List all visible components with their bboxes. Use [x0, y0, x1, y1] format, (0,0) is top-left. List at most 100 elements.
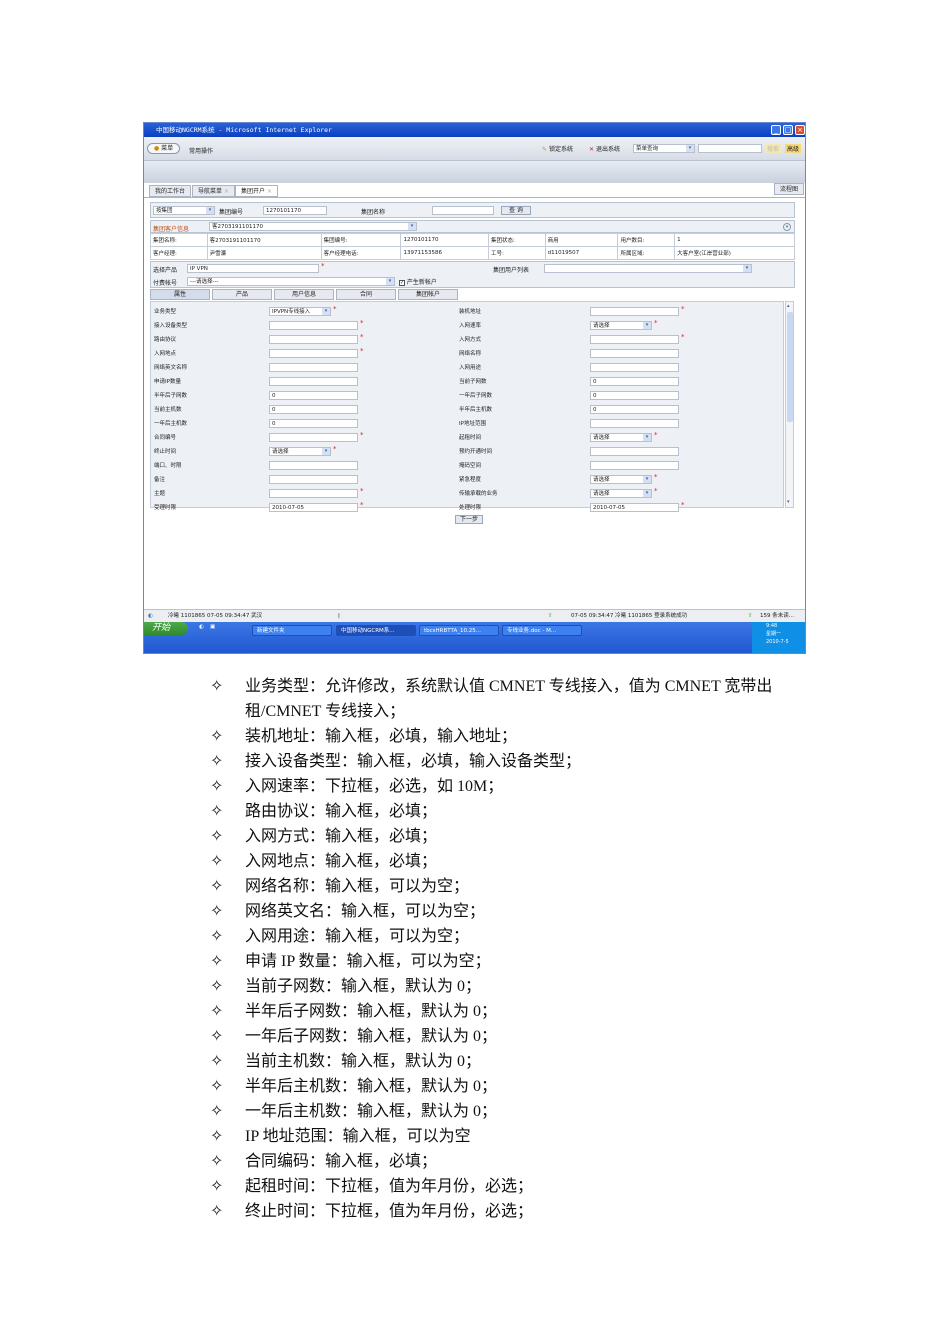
close-icon[interactable]: ×: [224, 188, 229, 195]
diamond-bullet-icon: ✧: [210, 1178, 224, 1195]
field-input[interactable]: 0: [269, 405, 358, 414]
field-value: 2010-07-05: [272, 505, 304, 511]
field-select[interactable]: 请选择 ▾: [590, 321, 652, 330]
lock-system-button[interactable]: ✎ 锁定系统: [542, 144, 573, 153]
field-label: 半年后主机数: [459, 407, 493, 413]
list-item-text: IP 地址范围：输入框，可以为空: [245, 1128, 471, 1145]
subtab[interactable]: 属性: [150, 289, 210, 300]
window-title: 中国移动NGCRM系统 - Microsoft Internet Explore…: [156, 126, 332, 134]
task-new-folder[interactable]: 新建文件夹: [252, 625, 332, 636]
task-crm-window[interactable]: 中国移动NGCRM系...: [336, 625, 416, 636]
group-name-input[interactable]: [432, 206, 494, 215]
menu-bar: ● 菜单 常用操作 ✎ 锁定系统 ✕ 退出系统 菜单查询 ▾ 搜索 高级: [144, 137, 805, 161]
field-input[interactable]: 0: [590, 405, 679, 414]
quick-launch-ie-icon[interactable]: ◐: [199, 624, 204, 630]
list-item: ✧ 业务类型：允许修改，系统默认值 CMNET 专线接入，值为 CMNET 宽带出…: [210, 674, 810, 724]
field-select[interactable]: 请选择 ▾: [269, 447, 331, 456]
list-item-text: 业务类型：允许修改，系统默认值 CMNET 专线接入，值为 CMNET 宽带出租…: [245, 678, 773, 720]
menu-search-input[interactable]: [698, 144, 762, 153]
field-label: 终止时间: [154, 449, 177, 455]
subtab[interactable]: 产品: [212, 289, 272, 300]
field-input[interactable]: [269, 433, 358, 442]
field-label: 受理时限: [154, 505, 177, 511]
field-input[interactable]: [269, 335, 358, 344]
scrollbar[interactable]: ▴ ▾: [785, 301, 794, 508]
quick-launch-desktop-icon[interactable]: ▣: [210, 624, 215, 630]
collapse-icon[interactable]: »: [783, 223, 791, 231]
field-input[interactable]: [269, 475, 358, 484]
customer-select[interactable]: 客2703191101170 ▾: [209, 222, 417, 231]
field-input[interactable]: 2010-07-05: [590, 503, 679, 512]
subtab[interactable]: 合同: [336, 289, 396, 300]
field-input[interactable]: [269, 461, 358, 470]
field-input[interactable]: 0: [269, 419, 358, 428]
tab-group-open[interactable]: 集团开户 ×: [235, 185, 278, 197]
tab-workbench[interactable]: 我的工作台: [149, 185, 192, 197]
scroll-up-icon[interactable]: ▴: [787, 303, 793, 309]
field-label: 装机地址: [459, 309, 482, 315]
pay-account-select[interactable]: ---请选择--- ▾: [187, 277, 395, 286]
query-type-select[interactable]: 按集团 ▾: [153, 206, 215, 215]
field-input[interactable]: [590, 349, 679, 358]
list-item-text: 起租时间：下拉框，值为年月份，必选；: [245, 1178, 534, 1195]
menu-button[interactable]: ● 菜单: [147, 143, 181, 154]
field-input[interactable]: [269, 489, 358, 498]
required-mark: *: [681, 501, 685, 509]
group-no-input[interactable]: 1270101170: [263, 206, 327, 215]
minimize-button[interactable]: _: [771, 125, 781, 135]
chevron-down-icon: ▾: [643, 434, 651, 441]
tab-nav-menu[interactable]: 导航菜单 ×: [192, 185, 235, 197]
field-select[interactable]: 请选择 ▾: [590, 433, 652, 442]
field-input[interactable]: [590, 447, 679, 456]
cell: 尹雪濂: [206, 246, 322, 260]
maximize-button[interactable]: □: [783, 125, 793, 135]
start-button[interactable]: 开始: [144, 622, 188, 635]
field-input[interactable]: 2010-07-05: [269, 503, 358, 512]
close-button[interactable]: ×: [795, 125, 805, 135]
field-input[interactable]: [590, 363, 679, 372]
unread-messages[interactable]: 159 条未读...: [760, 610, 794, 622]
field-label: 网络名称: [459, 351, 482, 357]
field-input[interactable]: [590, 307, 679, 316]
field-input[interactable]: [269, 349, 358, 358]
scroll-down-icon[interactable]: ▾: [787, 499, 793, 505]
field-label: 预约开通时间: [459, 449, 493, 455]
search-button[interactable]: 搜索: [765, 144, 782, 153]
close-icon[interactable]: ×: [267, 188, 272, 195]
checkbox-icon[interactable]: ✓: [399, 280, 405, 286]
list-item-text: 当前主机数：输入框，默认为 0；: [245, 1053, 482, 1070]
logout-button[interactable]: ✕ 退出系统: [589, 144, 620, 153]
field-input[interactable]: 0: [269, 391, 358, 400]
field-input[interactable]: [590, 419, 679, 428]
next-step-button[interactable]: 下一步: [455, 515, 484, 524]
field-select[interactable]: IPVPN专线接入 ▾: [269, 307, 331, 316]
menu-search-select[interactable]: 菜单查询 ▾: [633, 144, 695, 153]
field-input[interactable]: [269, 321, 358, 330]
subtab[interactable]: 集团帐户: [398, 289, 458, 300]
task-tbcs[interactable]: tbcsHRBTTA_10.25...: [419, 625, 499, 636]
field-input[interactable]: [269, 377, 358, 386]
field-input[interactable]: [269, 363, 358, 372]
arrow-up-icon: ⇧: [748, 613, 753, 619]
scroll-thumb[interactable]: [787, 312, 793, 422]
user-list-select[interactable]: ▾: [544, 264, 752, 273]
common-ops-link[interactable]: 常用操作: [189, 146, 213, 155]
flowchart-button[interactable]: 流程图: [774, 183, 805, 195]
field-input[interactable]: 0: [590, 391, 679, 400]
field-select[interactable]: 请选择 ▾: [590, 475, 652, 484]
field-label: 入网速率: [459, 323, 482, 329]
task-word-doc[interactable]: 专线业务.doc - M...: [502, 625, 582, 636]
field-label: 业务类型: [154, 309, 177, 315]
field-select[interactable]: 请选择 ▾: [590, 489, 652, 498]
advanced-button[interactable]: 高级: [785, 144, 802, 153]
field-input[interactable]: [590, 335, 679, 344]
new-account-checkbox[interactable]: ✓ 产生新帐户: [399, 277, 437, 286]
field-label: 网络英文名称: [154, 365, 188, 371]
subtab[interactable]: 用户信息: [274, 289, 334, 300]
field-label: 一年后主机数: [154, 421, 188, 427]
field-input[interactable]: [590, 461, 679, 470]
product-input[interactable]: IP VPN: [187, 264, 319, 273]
field-input[interactable]: 0: [590, 377, 679, 386]
query-button[interactable]: 查 询: [501, 206, 531, 215]
list-item: ✧ 申请 IP 数量：输入框，可以为空；: [210, 949, 810, 974]
